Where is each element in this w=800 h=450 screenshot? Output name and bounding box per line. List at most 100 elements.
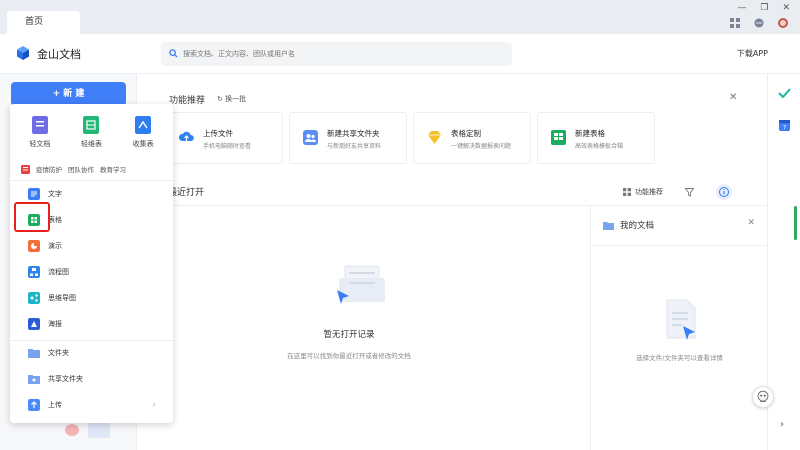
minimize-icon[interactable]: — bbox=[737, 3, 746, 13]
check-app-icon[interactable] bbox=[778, 87, 791, 100]
diamond-icon bbox=[428, 131, 441, 144]
feature-card-upload[interactable]: 上传文件 手机电脑随时查看 bbox=[165, 112, 283, 164]
feature-card-new-sheet[interactable]: 新建表格 高效表格模板合辑 bbox=[537, 112, 655, 164]
new-mindmap[interactable]: 思维导图 bbox=[28, 290, 76, 306]
empty-records-illustration-icon bbox=[337, 265, 385, 304]
sheet-label: 表格 bbox=[48, 216, 62, 224]
kdocs-logo-icon bbox=[17, 46, 29, 60]
assistant-bot-icon[interactable] bbox=[752, 386, 774, 408]
search-input[interactable] bbox=[183, 42, 503, 66]
poster-label: 海报 bbox=[48, 320, 62, 328]
light-table-icon bbox=[83, 116, 100, 134]
feature-recommend-button[interactable]: 功能推荐 bbox=[623, 187, 663, 197]
my-docs-hint: 选择文件/文件夹可以查看详情 bbox=[636, 354, 723, 362]
chat-icon[interactable] bbox=[754, 18, 764, 28]
search-box[interactable] bbox=[161, 42, 512, 66]
folder-icon bbox=[603, 221, 614, 230]
upload-icon bbox=[28, 399, 40, 411]
feature-recommend-label: 功能推荐 bbox=[635, 188, 663, 196]
tab-icons bbox=[730, 18, 788, 28]
recent-label: 最近打开 bbox=[168, 188, 205, 198]
my-docs-close-icon[interactable]: ✕ bbox=[747, 218, 755, 228]
flowchart-icon bbox=[28, 266, 40, 278]
collect-form-icon bbox=[135, 116, 152, 134]
poster-icon bbox=[28, 318, 40, 330]
tag-team[interactable]: 团队协作 bbox=[68, 164, 94, 174]
download-app-link[interactable]: 下载APP bbox=[737, 48, 768, 59]
new-text[interactable]: 文字 bbox=[28, 186, 62, 202]
features-close-icon[interactable]: ✕ bbox=[729, 92, 737, 103]
shared-folder-label: 共享文件夹 bbox=[48, 375, 83, 383]
new-menu-dropdown: 轻文档 轻维表 收集表 疫情防护 团队协作 教育学习 文字 表格 演示 流程图 … bbox=[10, 104, 173, 423]
avatar[interactable] bbox=[778, 18, 788, 28]
flowchart-label: 流程图 bbox=[48, 268, 69, 276]
new-light-table[interactable]: 轻维表 bbox=[69, 116, 113, 149]
light-doc-icon bbox=[31, 116, 48, 134]
presentation-icon bbox=[28, 240, 40, 252]
scrollbar-thumb[interactable] bbox=[794, 206, 797, 240]
main-content: 功能推荐 ↻ 换一批 ✕ 上传文件 手机电脑随时查看 新建共享文件夹 与新朋好友… bbox=[137, 74, 768, 450]
new-collect-form[interactable]: 收集表 bbox=[121, 116, 165, 149]
divider bbox=[591, 245, 768, 246]
app-header: 金山文档 下载APP bbox=[0, 34, 800, 74]
light-table-label: 轻维表 bbox=[80, 140, 102, 148]
my-docs-title: 我的文档 bbox=[620, 221, 655, 231]
apps-grid-icon[interactable] bbox=[730, 18, 740, 28]
refresh-button[interactable]: ↻ 换一批 bbox=[217, 94, 246, 104]
feature-card-subtitle: 手机电脑随时查看 bbox=[203, 143, 252, 150]
new-folder[interactable]: 文件夹 bbox=[28, 345, 69, 361]
new-button[interactable]: + 新 建 bbox=[11, 82, 126, 106]
empty-subtitle: 在这里可以找到你最近打开或者修改的文档 bbox=[287, 352, 411, 360]
search-icon bbox=[169, 49, 178, 58]
presentation-label: 演示 bbox=[48, 242, 62, 250]
tab-home[interactable]: 首页 bbox=[7, 11, 80, 34]
template-tags: 疫情防护 团队协作 教育学习 bbox=[21, 164, 126, 174]
restore-icon[interactable]: ❐ bbox=[760, 3, 768, 13]
svg-text:7: 7 bbox=[783, 125, 787, 132]
divider bbox=[10, 180, 173, 181]
filter-icon[interactable] bbox=[685, 187, 694, 197]
feature-card-table-custom[interactable]: 表格定制 一键解决数据报表问题 bbox=[413, 112, 531, 164]
refresh-label: 换一批 bbox=[225, 95, 247, 103]
empty-title: 暂无打开记录 bbox=[323, 330, 375, 340]
chevron-right-icon[interactable]: › bbox=[780, 419, 784, 430]
feature-card-subtitle: 与新朋好友共享资料 bbox=[327, 143, 382, 150]
new-flowchart[interactable]: 流程图 bbox=[28, 264, 69, 280]
new-menu-top-row: 轻文档 轻维表 收集表 bbox=[10, 116, 173, 149]
features-title: 功能推荐 bbox=[169, 96, 206, 106]
mindmap-icon bbox=[28, 292, 40, 304]
feature-card-title: 新建共享文件夹 bbox=[327, 129, 380, 138]
info-icon[interactable] bbox=[716, 184, 732, 200]
new-light-doc[interactable]: 轻文档 bbox=[18, 116, 62, 149]
tag-education[interactable]: 教育学习 bbox=[100, 164, 126, 174]
recent-toolbar: 功能推荐 bbox=[623, 184, 732, 200]
collect-form-label: 收集表 bbox=[132, 140, 154, 148]
cloud-upload-icon bbox=[178, 131, 194, 141]
my-docs-header: 我的文档 bbox=[603, 219, 654, 231]
tag-epidemic[interactable]: 疫情防护 bbox=[36, 164, 62, 174]
folder-label: 文件夹 bbox=[48, 349, 69, 357]
new-presentation[interactable]: 演示 bbox=[28, 238, 62, 254]
document-illustration-icon bbox=[666, 299, 696, 340]
calendar-icon[interactable]: 7 bbox=[778, 119, 791, 132]
folder-icon bbox=[28, 349, 40, 358]
feature-card-subtitle: 高效表格模板合辑 bbox=[575, 143, 624, 150]
upload-menu[interactable]: 上传 › bbox=[28, 397, 156, 413]
close-window-icon[interactable]: ✕ bbox=[782, 3, 790, 13]
feature-card-shared-folder[interactable]: 新建共享文件夹 与新朋好友共享资料 bbox=[289, 112, 407, 164]
window-controls: — ❐ ✕ bbox=[737, 3, 790, 13]
grid-icon bbox=[623, 188, 631, 196]
template-icon bbox=[21, 164, 30, 174]
text-doc-icon bbox=[28, 188, 40, 200]
light-doc-label: 轻文档 bbox=[29, 140, 51, 148]
sheet-icon bbox=[551, 130, 566, 145]
brand-name: 金山文档 bbox=[37, 48, 81, 61]
new-poster[interactable]: 海报 bbox=[28, 316, 62, 332]
divider bbox=[10, 340, 173, 341]
shared-folder-icon bbox=[28, 375, 40, 384]
new-shared-folder[interactable]: 共享文件夹 bbox=[28, 371, 83, 387]
highlight-box bbox=[14, 202, 50, 232]
refresh-icon: ↻ bbox=[217, 95, 223, 103]
mindmap-label: 思维导图 bbox=[48, 294, 76, 302]
my-docs-panel: 我的文档 ✕ 选择文件/文件夹可以查看详情 bbox=[590, 205, 768, 450]
